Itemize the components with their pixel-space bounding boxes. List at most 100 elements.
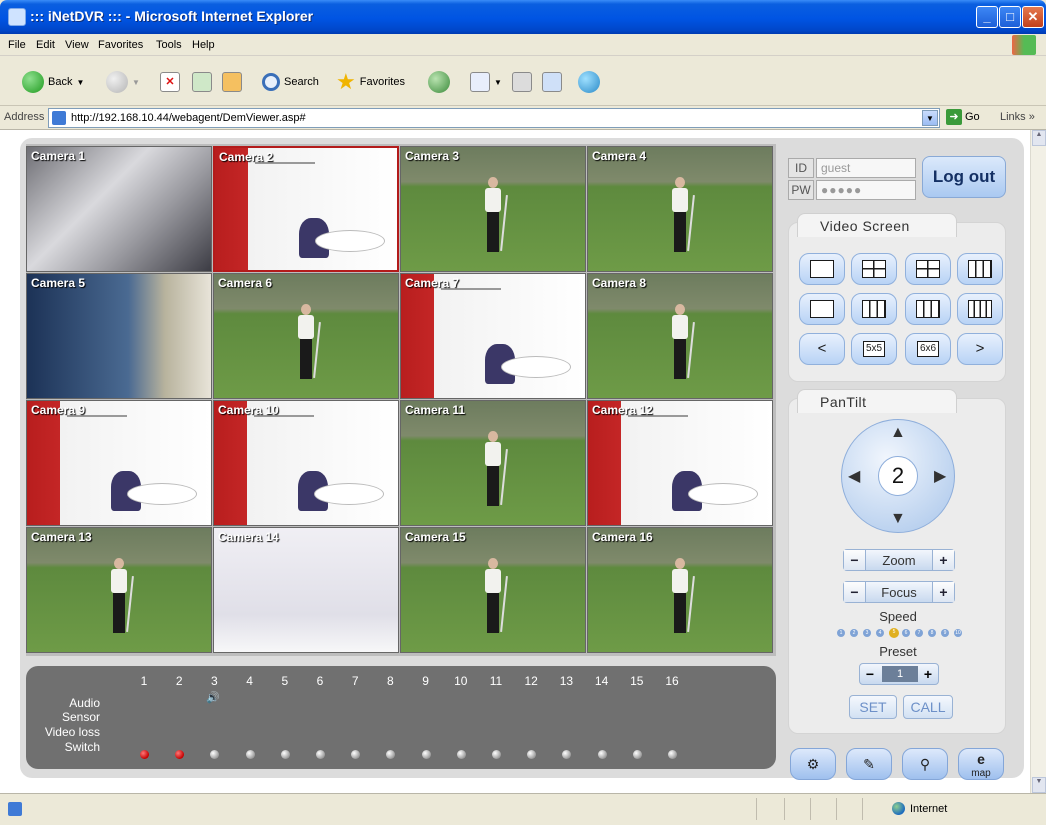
tilt-up-icon[interactable]: ▲: [890, 424, 906, 442]
camera-tile[interactable]: Camera 12: [587, 400, 773, 526]
capture-button[interactable]: ✎: [846, 748, 892, 780]
layout-1x1-button[interactable]: [799, 253, 845, 285]
speed-step[interactable]: 5: [889, 628, 899, 638]
pan-left-icon[interactable]: ◀: [848, 466, 860, 486]
menu-help[interactable]: Help: [192, 39, 215, 51]
layout-2x2-button[interactable]: [851, 253, 897, 285]
layout-13-button[interactable]: [905, 293, 951, 325]
layout-3x3-button[interactable]: [957, 253, 1003, 285]
speed-step[interactable]: 6: [902, 629, 910, 637]
camera-tile[interactable]: Camera 5: [26, 273, 212, 399]
speed-step[interactable]: 4: [876, 629, 884, 637]
switch-indicator[interactable]: [527, 750, 537, 759]
preset-decrement-button[interactable]: −: [860, 664, 880, 684]
menu-tools[interactable]: Tools: [156, 39, 182, 51]
speed-step[interactable]: 3: [863, 629, 871, 637]
camera-tile[interactable]: Camera 14: [213, 527, 399, 653]
camera-tile[interactable]: Camera 2: [213, 146, 399, 272]
switch-indicator[interactable]: [140, 750, 149, 759]
focus-far-button[interactable]: +: [932, 582, 954, 602]
messenger-button[interactable]: [578, 70, 600, 94]
emap-button[interactable]: e map: [958, 748, 1004, 780]
camera-tile[interactable]: Camera 15: [400, 527, 586, 653]
back-button[interactable]: Back ▼: [22, 70, 84, 94]
layout-4x4-button[interactable]: [957, 293, 1003, 325]
camera-tile[interactable]: Camera 9: [26, 400, 212, 526]
go-button[interactable]: ➜ Go: [946, 109, 980, 125]
ptz-direction-pad[interactable]: ▲ ▼ ◀ ▶ 2: [841, 419, 955, 533]
minimize-button[interactable]: _: [976, 6, 998, 28]
switch-indicator[interactable]: [456, 750, 466, 759]
address-input[interactable]: http://192.168.10.44/webagent/DemViewer.…: [48, 108, 940, 128]
camera-tile[interactable]: Camera 10: [213, 400, 399, 526]
speed-step[interactable]: 1: [837, 629, 845, 637]
switch-indicator[interactable]: [351, 750, 361, 759]
preset-call-button[interactable]: CALL: [903, 695, 953, 719]
camera-tile[interactable]: Camera 4: [587, 146, 773, 272]
layout-10-button[interactable]: [851, 293, 897, 325]
print-button[interactable]: [512, 70, 532, 94]
switch-indicator[interactable]: [210, 750, 220, 759]
switch-indicator[interactable]: [175, 750, 185, 759]
config-button[interactable]: ⚙: [790, 748, 836, 780]
search-playback-button[interactable]: ⚲: [902, 748, 948, 780]
links-button[interactable]: Links »: [1000, 111, 1035, 123]
layout-full-button[interactable]: [799, 293, 845, 325]
preset-set-button[interactable]: SET: [849, 695, 897, 719]
camera-tile[interactable]: Camera 1: [26, 146, 212, 272]
layout-5x5-button[interactable]: 5x5: [851, 333, 897, 365]
zoom-out-button[interactable]: −: [844, 550, 866, 570]
pan-right-icon[interactable]: ▶: [934, 466, 946, 486]
speed-step[interactable]: 2: [850, 629, 858, 637]
history-button[interactable]: [428, 70, 450, 94]
layout-6x6-button[interactable]: 6x6: [905, 333, 951, 365]
preset-value[interactable]: 1: [882, 666, 918, 682]
pw-field[interactable]: ●●●●●: [816, 180, 916, 200]
switch-indicator[interactable]: [316, 750, 325, 759]
logout-button[interactable]: Log out: [922, 156, 1006, 198]
menu-edit[interactable]: Edit: [36, 39, 55, 51]
address-dropdown-icon[interactable]: ▼: [922, 110, 938, 126]
switch-indicator[interactable]: [597, 750, 607, 759]
camera-tile[interactable]: Camera 7: [400, 273, 586, 399]
switch-indicator[interactable]: [668, 750, 677, 759]
camera-tile[interactable]: Camera 3: [400, 146, 586, 272]
preset-increment-button[interactable]: +: [918, 664, 938, 684]
switch-indicator[interactable]: [632, 750, 642, 759]
tilt-down-icon[interactable]: ▼: [890, 510, 906, 528]
switch-indicator[interactable]: [492, 750, 501, 759]
camera-tile[interactable]: Camera 13: [26, 527, 212, 653]
scroll-up-icon[interactable]: ▲: [1032, 130, 1046, 146]
close-button[interactable]: ✕: [1022, 6, 1044, 28]
camera-tile[interactable]: Camera 16: [587, 527, 773, 653]
favorites-button[interactable]: ★ Favorites: [336, 70, 405, 94]
scroll-down-icon[interactable]: ▼: [1032, 777, 1046, 793]
search-button[interactable]: Search: [262, 70, 319, 94]
refresh-button[interactable]: [192, 70, 212, 94]
focus-near-button[interactable]: −: [844, 582, 866, 602]
speed-step[interactable]: 10: [954, 629, 962, 637]
switch-indicator[interactable]: [421, 750, 431, 759]
speed-step[interactable]: 9: [941, 629, 949, 637]
camera-tile[interactable]: Camera 6: [213, 273, 399, 399]
maximize-button[interactable]: □: [999, 6, 1021, 28]
menu-view[interactable]: View: [65, 39, 89, 51]
menu-favorites[interactable]: Favorites: [98, 39, 143, 51]
vertical-scrollbar[interactable]: ▲ ▼: [1030, 130, 1046, 793]
prev-page-button[interactable]: <: [799, 333, 845, 365]
layout-1plus-button[interactable]: [905, 253, 951, 285]
forward-button[interactable]: ▼: [106, 70, 140, 94]
speed-step[interactable]: 8: [928, 629, 936, 637]
next-page-button[interactable]: >: [957, 333, 1003, 365]
id-field[interactable]: guest: [816, 158, 916, 178]
edit-button[interactable]: [542, 70, 562, 94]
zoom-in-button[interactable]: +: [932, 550, 954, 570]
speed-step[interactable]: 7: [915, 629, 923, 637]
home-button[interactable]: [222, 70, 242, 94]
switch-indicator[interactable]: [386, 750, 396, 759]
camera-tile[interactable]: Camera 8: [587, 273, 773, 399]
mail-button[interactable]: ▼: [470, 70, 502, 94]
switch-indicator[interactable]: [280, 750, 290, 759]
camera-tile[interactable]: Camera 11: [400, 400, 586, 526]
stop-button[interactable]: ✕: [160, 70, 180, 94]
